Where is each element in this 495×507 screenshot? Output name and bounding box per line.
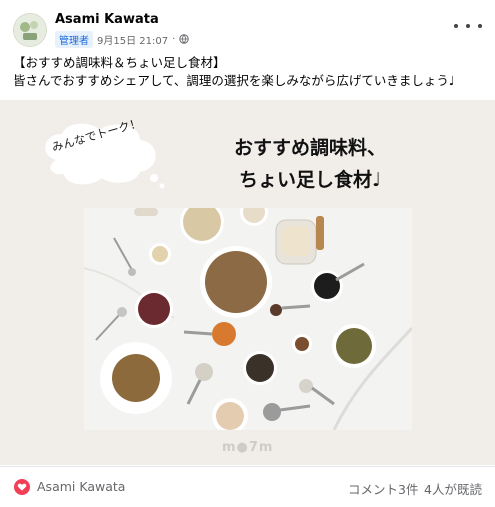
post-body-line: 皆さんでおすすめシェアして、調理の選択を楽しみながら広げていきましょう♩ xyxy=(13,73,455,88)
post-body: 【おすすめ調味料＆ちょい足し食材】 皆さんでおすすめシェアして、調理の選択を楽し… xyxy=(13,54,488,90)
post-body-line: 【おすすめ調味料＆ちょい足し食材】 xyxy=(13,55,226,70)
author-avatar[interactable] xyxy=(13,13,47,47)
reaction-user[interactable]: Asami Kawata xyxy=(37,479,125,494)
image-headline: おすすめ調味料、 ちょい足し食材♩ xyxy=(205,132,415,196)
heart-icon[interactable] xyxy=(14,479,30,495)
post-header: Asami Kawata 管理者 9月15日 21:07 · xyxy=(0,0,495,56)
globe-icon xyxy=(179,34,189,44)
admin-badge: 管理者 xyxy=(55,30,93,48)
seen-count[interactable]: 4人が既読 xyxy=(424,479,482,498)
post-footer: Asami Kawata コメント3件 4人が既読 xyxy=(0,466,495,507)
comment-count-link[interactable]: コメント3件 xyxy=(348,479,418,498)
meta-separator: · xyxy=(172,33,176,45)
headline-line: ちょい足し食材♩ xyxy=(239,169,381,191)
headline-line: おすすめ調味料、 xyxy=(233,137,386,159)
post-timestamp[interactable]: 9月15日 21:07 xyxy=(97,32,168,47)
author-name[interactable]: Asami Kawata xyxy=(55,12,159,27)
watermark-logo: m●7m xyxy=(222,440,274,455)
spices-photo xyxy=(84,208,412,430)
post-meta: 管理者 9月15日 21:07 · xyxy=(55,30,189,48)
more-options-icon[interactable] xyxy=(454,16,482,36)
